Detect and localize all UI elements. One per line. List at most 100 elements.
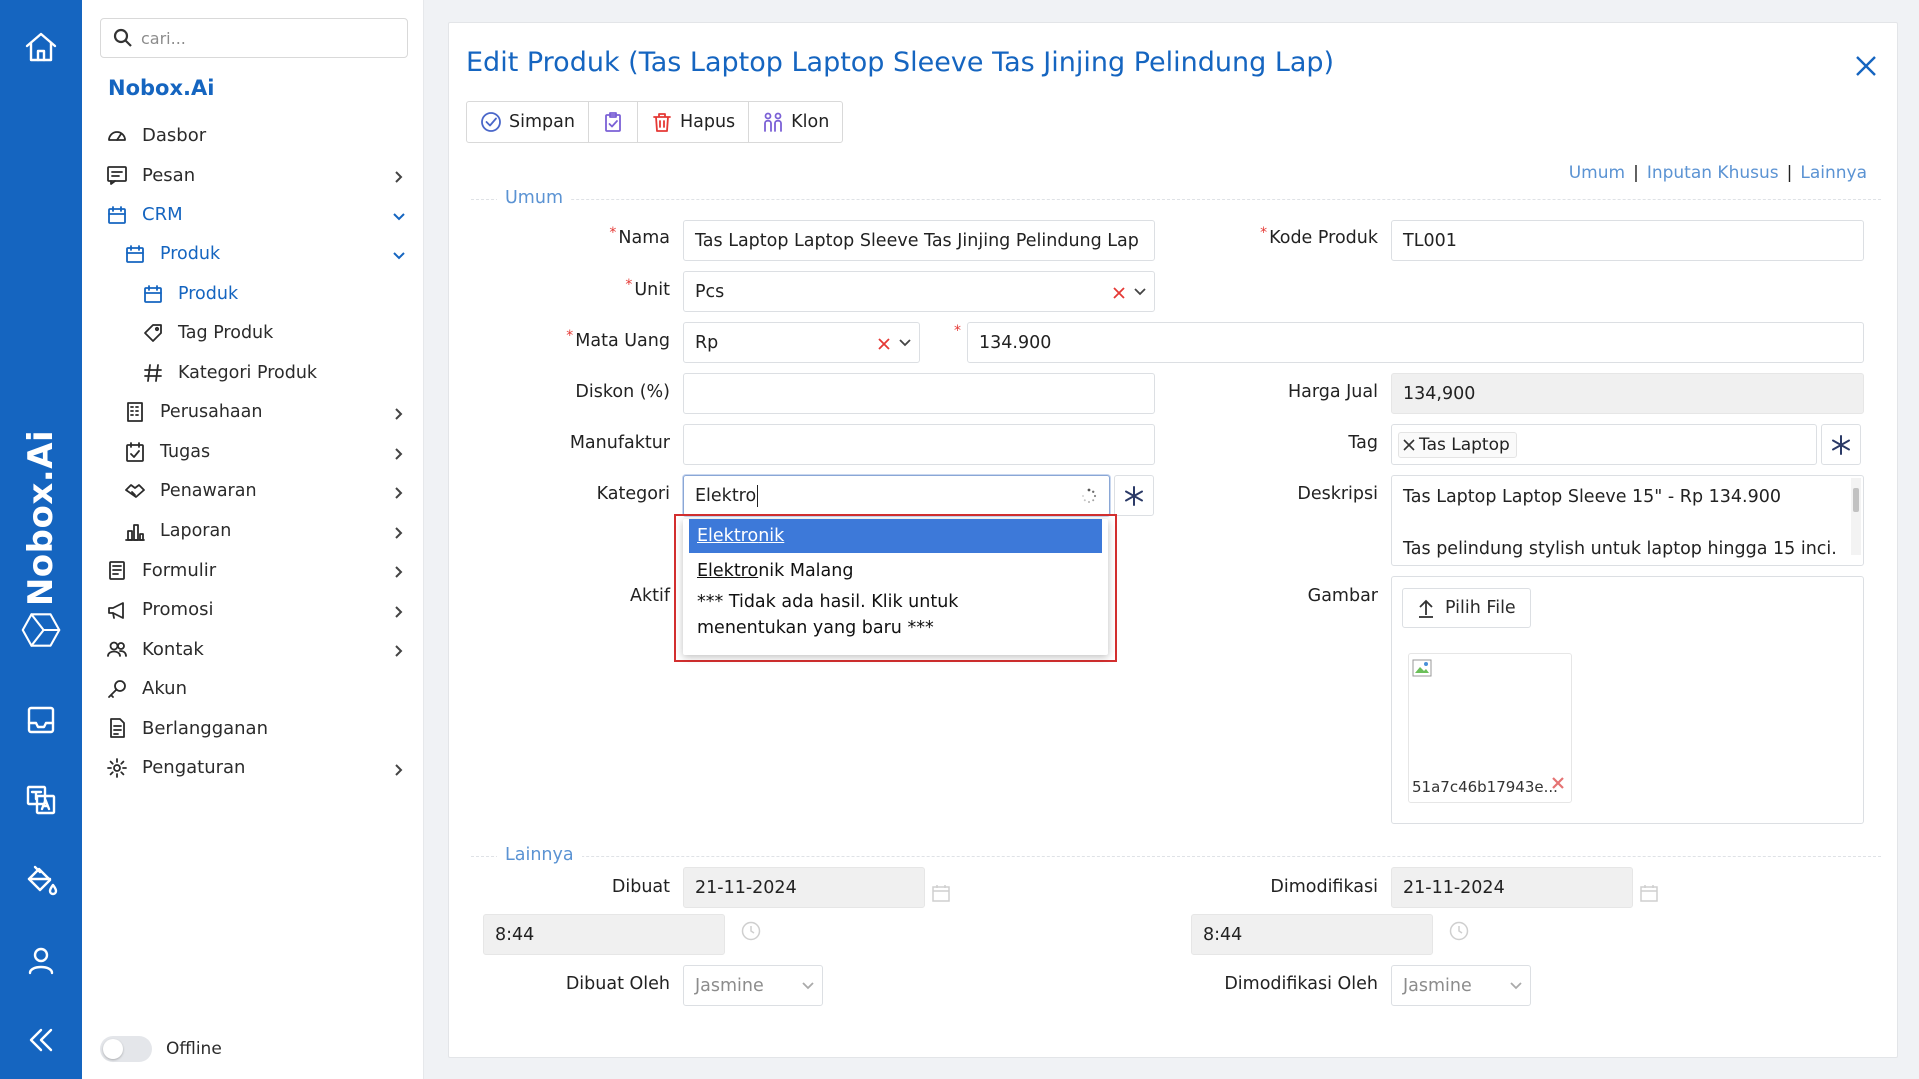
anchor-lainnya[interactable]: Lainnya bbox=[1800, 163, 1867, 183]
sidebar-item-tag-produk[interactable]: Tag Produk bbox=[82, 314, 424, 354]
clock-icon[interactable] bbox=[1449, 921, 1469, 941]
sidebar-item-pesan[interactable]: Pesan bbox=[82, 156, 424, 196]
sidebar-item-tugas[interactable]: Tugas bbox=[82, 432, 424, 472]
check-circle-icon bbox=[481, 112, 501, 132]
code-label: * Kode Produk bbox=[1260, 225, 1378, 248]
offline-toggle[interactable] bbox=[100, 1036, 152, 1062]
price-required-marker: * bbox=[954, 323, 961, 339]
clone-button[interactable]: Klon bbox=[749, 102, 842, 142]
page-title: Edit Produk (Tas Laptop Laptop Sleeve Ta… bbox=[466, 47, 1335, 78]
unit-label: * Unit bbox=[625, 277, 670, 300]
image-label: Gambar bbox=[1307, 586, 1378, 606]
chevron-right-icon bbox=[392, 603, 406, 618]
close-icon bbox=[1552, 777, 1564, 789]
created-label: Dibuat bbox=[611, 877, 670, 897]
remove-tag-icon[interactable] bbox=[1403, 438, 1415, 451]
description-scrollbar[interactable] bbox=[1851, 478, 1861, 555]
image-upload-area: Pilih File 51a7c46b17943e... bbox=[1391, 576, 1864, 824]
report-icon bbox=[124, 520, 146, 542]
clock-icon[interactable] bbox=[741, 921, 761, 941]
modified-by-select: Jasmine bbox=[1391, 965, 1531, 1006]
sidebar-item-crm[interactable]: CRM bbox=[82, 195, 424, 235]
sidebar-item-produk-group[interactable]: Produk bbox=[82, 235, 424, 275]
price-input[interactable]: 134.900 bbox=[967, 322, 1864, 363]
currency-label: * Mata Uang bbox=[566, 328, 670, 351]
choose-file-button[interactable]: Pilih File bbox=[1402, 588, 1531, 628]
sidebar-item-pengaturan[interactable]: Pengaturan bbox=[82, 748, 424, 788]
sidebar-item-produk[interactable]: Produk bbox=[82, 274, 424, 314]
save-and-close-button[interactable] bbox=[589, 102, 638, 142]
asterisk-icon bbox=[1832, 434, 1850, 455]
tag-icon bbox=[142, 322, 164, 344]
close-icon bbox=[1856, 56, 1876, 76]
search-placeholder: cari... bbox=[141, 28, 186, 48]
home-icon[interactable] bbox=[21, 27, 61, 67]
sidebar-item-dasbor[interactable]: Dasbor bbox=[82, 116, 424, 156]
modified-date-input: 21-11-2024 bbox=[1391, 867, 1633, 908]
sidebar-item-laporan[interactable]: Laporan bbox=[82, 511, 424, 551]
delete-button[interactable]: Hapus bbox=[638, 102, 750, 142]
sidebar-item-akun[interactable]: Akun bbox=[82, 669, 424, 709]
upload-icon bbox=[1419, 599, 1433, 618]
unit-select[interactable]: Pcs bbox=[683, 271, 1155, 312]
currency-select[interactable]: Rp bbox=[683, 322, 920, 363]
delete-image-button[interactable] bbox=[1551, 775, 1565, 795]
discount-input[interactable] bbox=[683, 373, 1155, 414]
anchor-inputan-khusus[interactable]: Inputan Khusus bbox=[1647, 163, 1779, 183]
paint-bucket-icon[interactable] bbox=[21, 860, 61, 900]
sidebar-item-perusahaan[interactable]: Perusahaan bbox=[82, 393, 424, 433]
sidebar-item-kategori-produk[interactable]: Kategori Produk bbox=[82, 353, 424, 393]
search-input[interactable]: cari... bbox=[100, 18, 408, 58]
suggestion-create-new[interactable]: *** Tidak ada hasil. Klik untuk menentuk… bbox=[683, 589, 1083, 641]
rail-brand-text: Nobox.Ai bbox=[21, 429, 61, 607]
image-thumbnail[interactable]: 51a7c46b17943e... bbox=[1408, 653, 1572, 803]
chevron-right-icon bbox=[392, 445, 406, 460]
category-input[interactable]: Elektro bbox=[683, 475, 1110, 516]
category-suggestions-dropdown: Elektro nik Elektronik Malang *** Tidak a… bbox=[683, 519, 1108, 655]
chevron-right-icon bbox=[392, 484, 406, 499]
tag-input[interactable]: Tas Laptop bbox=[1391, 424, 1817, 465]
chevron-right-icon bbox=[392, 761, 406, 776]
calendar-icon[interactable] bbox=[932, 884, 950, 902]
manufacturer-input[interactable] bbox=[683, 424, 1155, 465]
settings-icon bbox=[106, 757, 128, 779]
subscription-icon bbox=[106, 717, 128, 739]
dashboard-icon bbox=[106, 125, 128, 147]
sidebar-item-kontak[interactable]: Kontak bbox=[82, 630, 424, 670]
manufacturer-label: Manufaktur bbox=[569, 433, 670, 453]
sidebar-brand: Nobox.Ai bbox=[108, 76, 215, 100]
offline-label: Offline bbox=[166, 1039, 222, 1059]
user-icon[interactable] bbox=[21, 940, 61, 980]
created-by-label: Dibuat Oleh bbox=[565, 974, 670, 994]
save-button[interactable]: Simpan bbox=[467, 102, 589, 142]
suggestion-option-elektronik[interactable]: Elektro nik bbox=[689, 519, 1102, 553]
sidebar: cari... Nobox.Ai Dasbor Pesan CRM Produk… bbox=[82, 0, 424, 1079]
clear-icon[interactable] bbox=[1112, 285, 1126, 299]
sidebar-item-berlangganan[interactable]: Berlangganan bbox=[82, 709, 424, 749]
tag-chip[interactable]: Tas Laptop bbox=[1398, 431, 1517, 458]
created-date-input: 21-11-2024 bbox=[683, 867, 925, 908]
add-tag-button[interactable] bbox=[1821, 424, 1861, 465]
anchor-umum[interactable]: Umum bbox=[1569, 163, 1625, 183]
chevron-right-icon bbox=[392, 642, 406, 657]
inbox-icon[interactable] bbox=[21, 700, 61, 740]
clear-icon[interactable] bbox=[877, 336, 891, 350]
close-button[interactable] bbox=[1849, 49, 1883, 83]
add-category-button[interactable] bbox=[1114, 475, 1154, 516]
description-textarea[interactable]: Tas Laptop Laptop Sleeve 15" - Rp 134.90… bbox=[1391, 475, 1864, 566]
calendar-icon[interactable] bbox=[1640, 884, 1658, 902]
image-file-name: 51a7c46b17943e... bbox=[1412, 778, 1558, 796]
collapse-icon[interactable] bbox=[21, 1020, 61, 1060]
category-label: Kategori bbox=[596, 484, 670, 504]
suggestion-option-elektronik-malang[interactable]: Elektronik Malang bbox=[683, 558, 1108, 584]
sidebar-item-promosi[interactable]: Promosi bbox=[82, 590, 424, 630]
sidebar-item-formulir[interactable]: Formulir bbox=[82, 551, 424, 591]
name-input[interactable]: Tas Laptop Laptop Sleeve Tas Jinjing Pel… bbox=[683, 220, 1155, 261]
product-icon bbox=[142, 283, 164, 305]
chevron-down-icon bbox=[1132, 284, 1148, 300]
chevron-right-icon bbox=[392, 168, 406, 183]
asterisk-icon bbox=[1125, 485, 1143, 506]
code-input[interactable]: TL001 bbox=[1391, 220, 1864, 261]
sidebar-item-penawaran[interactable]: Penawaran bbox=[82, 472, 424, 512]
translate-icon[interactable] bbox=[21, 780, 61, 820]
